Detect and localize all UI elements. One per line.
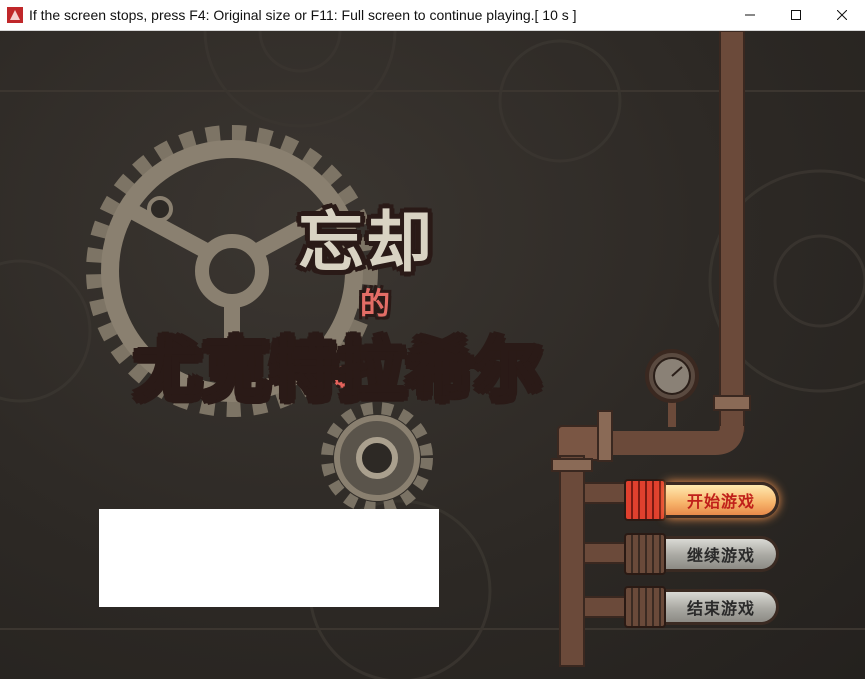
app-icon (7, 7, 23, 23)
minimize-icon (745, 14, 755, 16)
small-gear-icon (321, 402, 433, 514)
start-game-button[interactable]: 开始游戏 (624, 479, 779, 521)
tube-cap-icon (624, 533, 666, 575)
game-title-line1: 忘却 (298, 204, 434, 281)
close-button[interactable] (819, 0, 865, 31)
maximize-icon (791, 10, 801, 20)
continue-game-button[interactable]: 继续游戏 (624, 533, 779, 575)
tube-cap-icon (624, 586, 666, 628)
minimize-button[interactable] (727, 0, 773, 31)
game-title-line3: 尤克特拉希尔 (135, 317, 543, 413)
window-titlebar: If the screen stops, press F4: Original … (0, 0, 865, 31)
start-game-label: 开始游戏 (666, 482, 779, 518)
maximize-button[interactable] (773, 0, 819, 31)
white-blank-panel (99, 509, 439, 607)
exit-game-label: 结束游戏 (666, 589, 779, 625)
close-icon (837, 10, 847, 20)
continue-game-label: 继续游戏 (666, 536, 779, 572)
tube-cap-icon (624, 479, 666, 521)
exit-game-button[interactable]: 结束游戏 (624, 586, 779, 628)
window-title: If the screen stops, press F4: Original … (29, 7, 577, 23)
game-scene: 忘却 的 尤克特拉希尔 开始游戏 继续游戏 结束游戏 (0, 31, 865, 679)
